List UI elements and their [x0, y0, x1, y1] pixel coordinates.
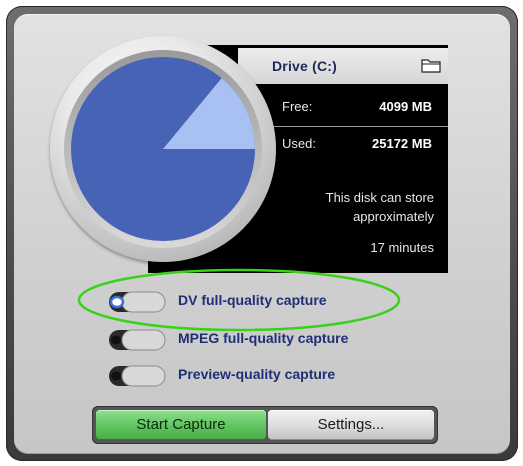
free-value: 4099 MB [379, 99, 432, 114]
free-label: Free: [282, 99, 313, 114]
option-preview-capture[interactable]: Preview-quality capture [108, 363, 408, 389]
drive-header [238, 48, 448, 84]
used-space-row: Used: 25172 MB [272, 129, 448, 159]
option-dv-label: DV full-quality capture [178, 292, 327, 308]
disk-usage-pie [71, 57, 255, 241]
radio-toggle-selected[interactable] [108, 291, 166, 313]
radio-toggle-unselected[interactable] [108, 329, 166, 351]
used-value: 25172 MB [372, 136, 432, 151]
used-label: Used: [282, 136, 316, 151]
free-space-row: Free: 4099 MB [272, 92, 448, 122]
option-dv-capture[interactable]: DV full-quality capture [108, 289, 408, 315]
start-capture-button[interactable]: Start Capture [96, 410, 266, 440]
radio-toggle-unselected[interactable] [108, 365, 166, 387]
option-mpeg-label: MPEG full-quality capture [178, 330, 349, 346]
stat-divider [272, 126, 448, 127]
drive-label: Drive (C:) [272, 58, 338, 74]
option-preview-label: Preview-quality capture [178, 366, 336, 382]
option-mpeg-capture[interactable]: MPEG full-quality capture [108, 327, 408, 353]
folder-icon[interactable] [421, 57, 441, 73]
settings-button[interactable]: Settings... [268, 410, 434, 440]
